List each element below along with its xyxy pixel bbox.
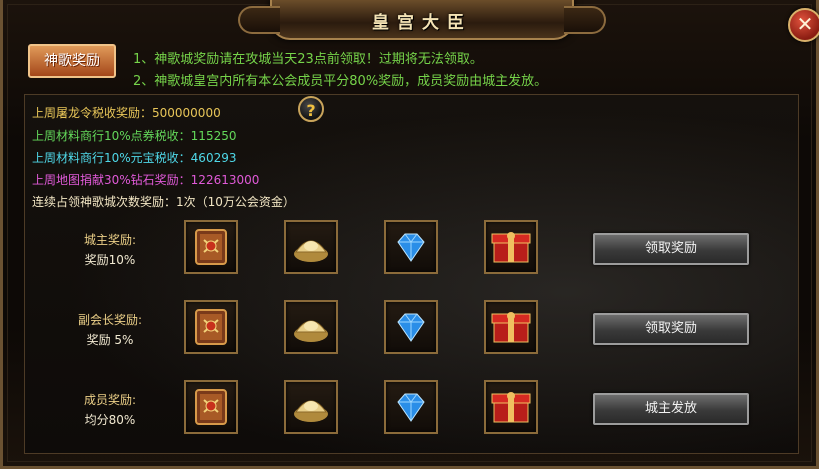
gold-ingot-icon[interactable] — [284, 300, 338, 354]
info-occupation-count: 连续占领神歌城次数奖励：1次（10万公会资金） — [32, 195, 295, 209]
info-map-donation: 上周地图捐献30%钻石奖励：122613000 — [32, 173, 260, 187]
row-share-vice: 奖励 5% — [86, 333, 134, 347]
gold-ingot-icon[interactable] — [284, 220, 338, 274]
row-share-member: 均分80% — [84, 413, 136, 427]
lord-distribute-button[interactable]: 城主发放 — [593, 393, 749, 425]
diamond-icon[interactable] — [384, 380, 438, 434]
scroll-icon[interactable] — [184, 380, 238, 434]
red-gift-box-icon[interactable] — [484, 300, 538, 354]
scroll-icon[interactable] — [184, 300, 238, 354]
close-button[interactable]: ✕ — [788, 8, 819, 42]
info-dragon-tax: 上周屠龙令税收奖励：500000000 — [32, 106, 221, 120]
row-label-lord: 城主奖励: — [83, 233, 137, 247]
row-share-lord: 奖励10% — [84, 253, 136, 267]
rule-line-2: 2、神歌城皇宫内所有本公会成员平分80%奖励，成员奖励由城主发放。 — [133, 74, 548, 89]
info-material-yuanbao-tax: 上周材料商行10%元宝税收：460293 — [32, 151, 237, 165]
row-label-member: 成员奖励: — [83, 393, 137, 407]
rule-line-1: 1、神歌城奖励请在攻城当天23点前领取！过期将无法领取。 — [133, 52, 483, 67]
dialog-title: 皇宫大臣 — [372, 13, 472, 33]
diamond-icon[interactable] — [384, 300, 438, 354]
help-icon[interactable]: ? — [298, 96, 324, 122]
diamond-icon[interactable] — [384, 220, 438, 274]
title-plate: 皇宫大臣 — [238, 0, 606, 40]
info-material-coupon-tax: 上周材料商行10%点券税收：115250 — [32, 129, 237, 143]
claim-reward-button-lord[interactable]: 领取奖励 — [593, 233, 749, 265]
red-gift-box-icon[interactable] — [484, 220, 538, 274]
scroll-icon[interactable] — [184, 220, 238, 274]
row-label-vice: 副会长奖励: — [77, 313, 143, 327]
red-gift-box-icon[interactable] — [484, 380, 538, 434]
gold-ingot-icon[interactable] — [284, 380, 338, 434]
tab-shenge-reward[interactable]: 神歌奖励 — [28, 44, 116, 78]
claim-reward-button-vice[interactable]: 领取奖励 — [593, 313, 749, 345]
